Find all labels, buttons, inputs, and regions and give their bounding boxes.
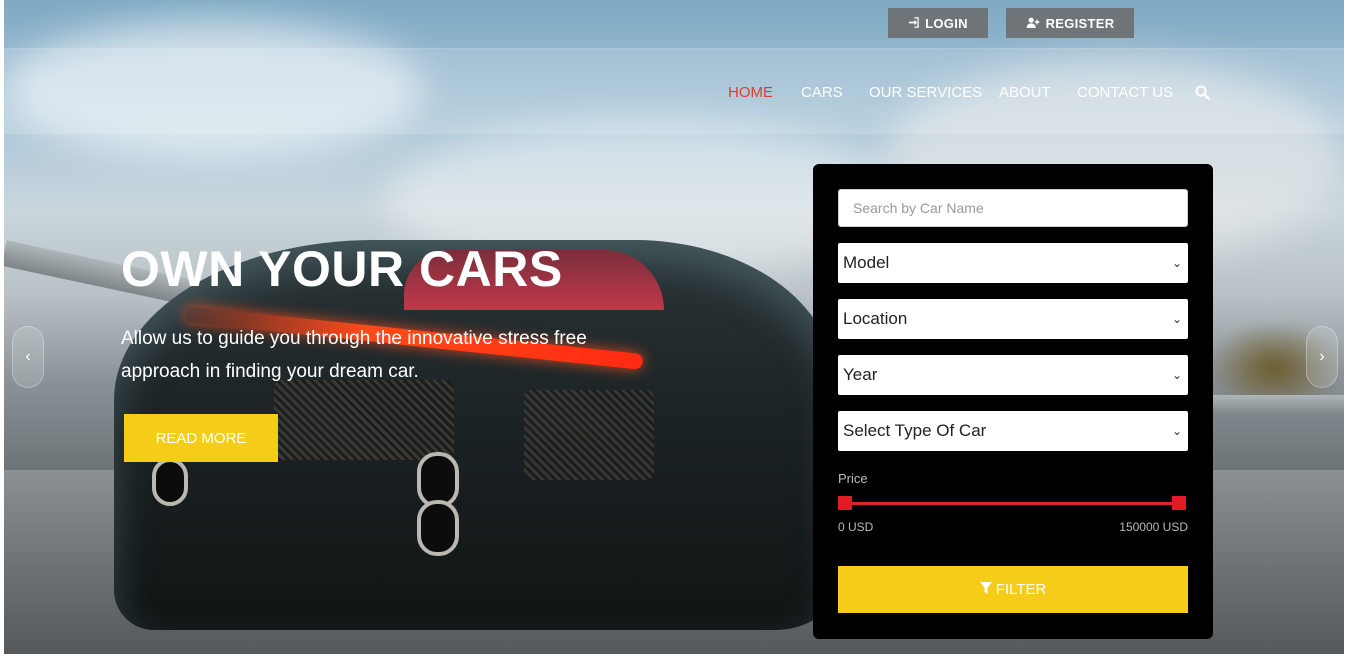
car-type-select-value: Select Type Of Car xyxy=(843,421,987,440)
model-select-value: Model xyxy=(843,253,890,272)
nav-item-cars[interactable]: CARS xyxy=(801,84,843,101)
chevron-left-icon: ‹ xyxy=(25,348,31,365)
price-min-handle[interactable] xyxy=(838,496,852,510)
chevron-down-icon: ⌄ xyxy=(1171,256,1182,270)
filter-button-label: FILTER xyxy=(995,581,1047,598)
nav-item-home[interactable]: HOME xyxy=(728,84,773,101)
car-filter-panel: Model ⌄ Location ⌄ Year ⌄ Select Type Of… xyxy=(813,164,1213,639)
location-select[interactable]: Location ⌄ xyxy=(838,299,1188,339)
search-icon[interactable] xyxy=(1195,85,1210,104)
main-navbar: HOME CARS OUR SERVICES ABOUT CONTACT US xyxy=(4,49,1344,134)
register-label: REGISTER xyxy=(1045,15,1115,31)
slider-prev-button[interactable]: ‹ xyxy=(12,326,44,388)
car-name-search-input[interactable] xyxy=(838,189,1188,227)
login-label: LOGIN xyxy=(925,15,968,31)
chevron-down-icon: ⌄ xyxy=(1171,312,1182,326)
register-button[interactable]: REGISTER xyxy=(1006,8,1134,38)
nav-item-contact-us[interactable]: CONTACT US xyxy=(1077,84,1173,101)
hero-title: OWN YOUR CARS xyxy=(121,241,563,297)
slider-next-button[interactable]: › xyxy=(1306,326,1338,388)
login-button[interactable]: LOGIN xyxy=(888,8,988,38)
car-grille xyxy=(274,380,454,460)
car-type-select[interactable]: Select Type Of Car ⌄ xyxy=(838,411,1188,451)
price-max-value: 150000 USD xyxy=(1119,520,1188,534)
sign-in-icon xyxy=(908,16,919,31)
car-exhaust xyxy=(417,500,459,556)
location-select-value: Location xyxy=(843,309,908,328)
price-range-track[interactable] xyxy=(844,502,1179,505)
year-select[interactable]: Year ⌄ xyxy=(838,355,1188,395)
chevron-down-icon: ⌄ xyxy=(1171,424,1182,438)
car-exhaust xyxy=(152,458,188,506)
model-select[interactable]: Model ⌄ xyxy=(838,243,1188,283)
chevron-right-icon: › xyxy=(1319,348,1325,365)
nav-item-about[interactable]: ABOUT xyxy=(999,84,1051,101)
filter-icon xyxy=(979,581,992,598)
year-select-value: Year xyxy=(843,365,878,384)
price-min-value: 0 USD xyxy=(838,520,874,534)
hero-description: Allow us to guide you through the innova… xyxy=(121,328,587,382)
user-plus-icon xyxy=(1026,16,1040,31)
car-grille xyxy=(524,390,654,480)
nav-item-our-services[interactable]: OUR SERVICES xyxy=(869,84,982,101)
price-label: Price xyxy=(838,471,868,486)
filter-button[interactable]: FILTER xyxy=(838,566,1188,613)
top-bar: LOGIN REGISTER xyxy=(4,0,1344,49)
read-more-button[interactable]: READ MORE xyxy=(124,414,278,462)
chevron-down-icon: ⌄ xyxy=(1171,368,1182,382)
price-max-handle[interactable] xyxy=(1172,496,1186,510)
